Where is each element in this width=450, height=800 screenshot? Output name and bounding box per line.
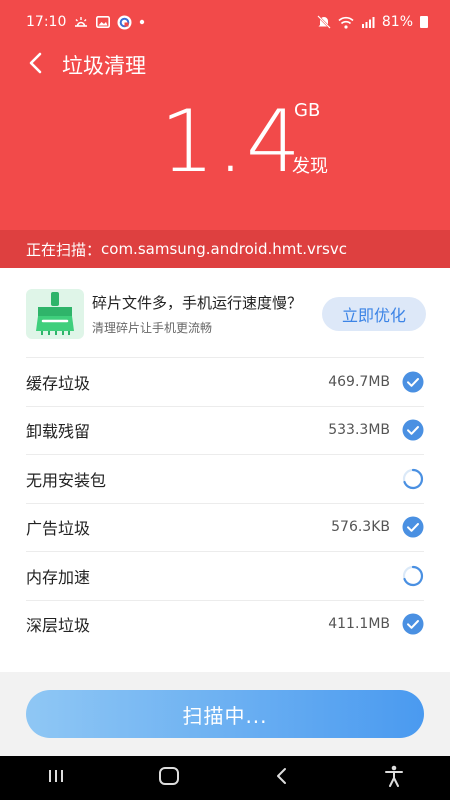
accessibility-icon <box>384 765 404 791</box>
junk-row-ad-junk[interactable]: 广告垃圾 576.3KB <box>26 502 424 552</box>
title-bar: 垃圾清理 <box>0 44 450 86</box>
signal-icon <box>361 16 375 28</box>
row-label: 深层垃圾 <box>26 616 91 636</box>
junk-row-unused-apk[interactable]: 无用安装包 <box>26 454 424 503</box>
system-nav-bar <box>0 756 450 800</box>
tip-title: 碎片文件多，手机运行速度慢？ <box>92 294 303 312</box>
row-size: 411.1MB <box>328 616 390 633</box>
junk-row-uninstall-residue[interactable]: 卸载残留 533.3MB <box>26 405 424 455</box>
back-icon <box>28 52 42 78</box>
check-icon <box>402 613 424 635</box>
home-icon <box>158 766 180 790</box>
scan-status-package: com.samsung.android.hmt.vrsvc <box>101 240 347 258</box>
row-size: 576.3KB <box>331 519 390 536</box>
app-icon <box>117 15 132 30</box>
broom-icon <box>26 289 84 339</box>
recents-button[interactable] <box>26 756 86 800</box>
scan-button[interactable]: 扫描中... <box>26 690 424 738</box>
home-button[interactable] <box>139 756 199 800</box>
junk-row-memory-boost[interactable]: 内存加速 <box>26 551 424 600</box>
nav-back-icon <box>274 767 288 789</box>
row-label: 无用安装包 <box>26 470 107 490</box>
spinner-icon <box>402 565 424 587</box>
status-time: 17:10 <box>26 14 67 30</box>
spinner-icon <box>402 468 424 490</box>
status-bar: 17:10 81% <box>0 0 450 44</box>
check-icon <box>402 516 424 538</box>
page-title: 垃圾清理 <box>62 54 146 78</box>
row-size: 469.7MB <box>328 373 390 390</box>
battery-percent: 81% <box>381 14 413 30</box>
header: 17:10 81% 垃圾清理 1.4 GB 发现 正在扫描： com.samsu… <box>0 0 450 268</box>
nav-back-button[interactable] <box>251 756 311 800</box>
junk-row-cache[interactable]: 缓存垃圾 469.7MB <box>26 357 424 406</box>
wifi-icon <box>338 16 354 29</box>
tip-subtitle: 清理碎片让手机更流畅 <box>92 321 213 335</box>
check-icon <box>402 371 424 393</box>
row-size: 533.3MB <box>328 422 390 439</box>
back-button[interactable] <box>10 44 60 86</box>
optimize-button[interactable]: 立即优化 <box>322 297 426 331</box>
image-icon <box>96 16 111 28</box>
row-label: 卸载残留 <box>26 422 91 442</box>
junk-size-value: 1.4 <box>160 92 303 192</box>
scan-status-strip: 正在扫描： com.samsung.android.hmt.vrsvc <box>0 230 450 268</box>
recents-icon <box>46 768 66 788</box>
check-icon <box>402 419 424 441</box>
mute-icon <box>317 15 331 29</box>
row-label: 内存加速 <box>26 567 91 587</box>
dot-icon <box>139 19 145 25</box>
junk-category-list: 缓存垃圾 469.7MB 卸载残留 533.3MB 无用安装包 广告垃圾 576… <box>26 357 424 648</box>
junk-size-unit: GB <box>294 100 321 121</box>
accessibility-button[interactable] <box>364 756 424 800</box>
optimize-tip-card: 碎片文件多，手机运行速度慢？ 清理碎片让手机更流畅 立即优化 <box>26 288 426 340</box>
junk-row-deep-junk[interactable]: 深层垃圾 411.1MB <box>26 599 424 649</box>
battery-icon <box>420 16 428 28</box>
found-label: 发现 <box>292 156 328 177</box>
row-label: 广告垃圾 <box>26 519 91 539</box>
sunrise-icon <box>73 16 89 28</box>
scan-status-label: 正在扫描： <box>26 240 102 259</box>
row-label: 缓存垃圾 <box>26 373 91 393</box>
